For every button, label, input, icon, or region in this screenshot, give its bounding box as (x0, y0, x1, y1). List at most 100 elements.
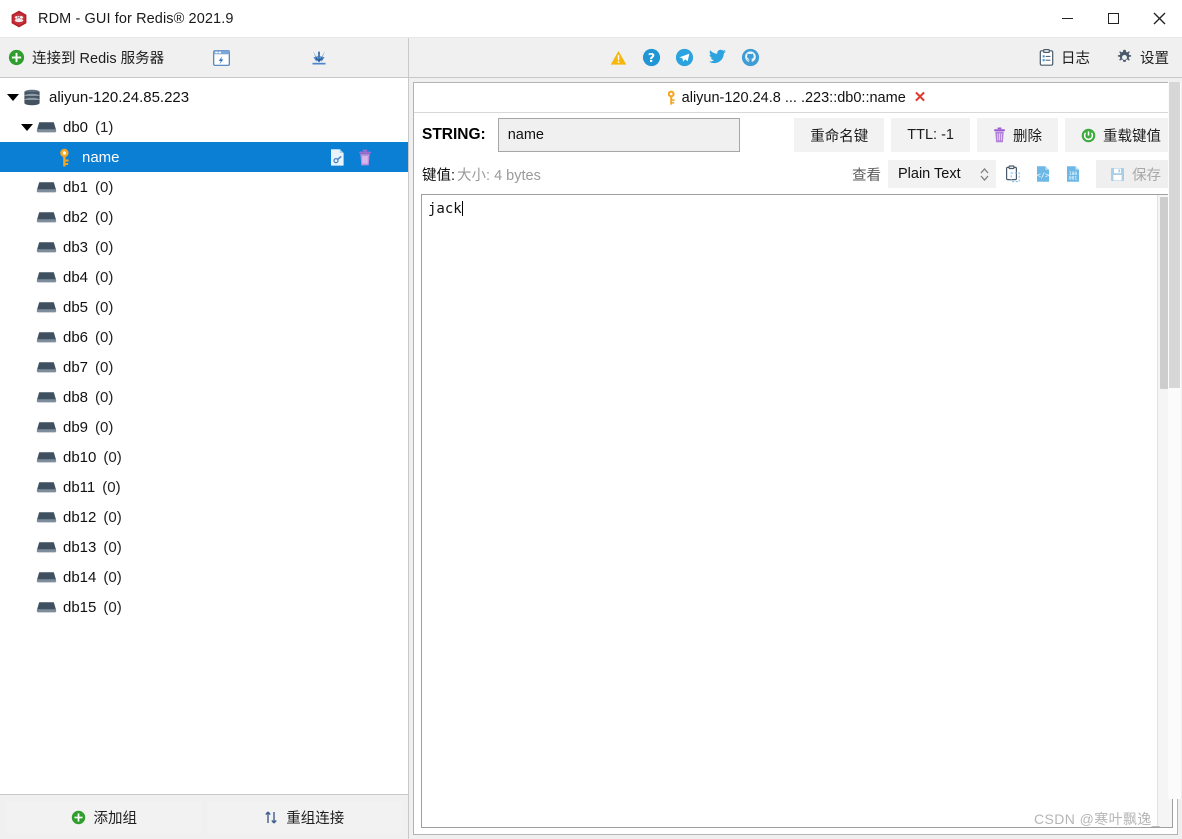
tree-row-db13[interactable]: db13 (0) (0, 532, 408, 562)
tree-row-db6[interactable]: db6 (0) (0, 322, 408, 352)
caret-expanded-icon[interactable] (5, 90, 20, 105)
tree-item-count: (0) (103, 538, 122, 556)
close-icon (1153, 12, 1165, 25)
view-format-select[interactable]: Plain Text (888, 160, 996, 188)
copy-key-icon[interactable] (329, 148, 346, 167)
updown-arrows-icon (264, 810, 278, 825)
binary-view-button[interactable]: 100 001 (1060, 160, 1086, 188)
tree-row-db14[interactable]: db14 (0) (0, 562, 408, 592)
tree-row-db4[interactable]: db4 (0) (0, 262, 408, 292)
caret-expanded-icon[interactable] (19, 120, 34, 135)
database-icon (35, 118, 57, 136)
log-label: 日志 (1061, 51, 1090, 67)
minimize-button[interactable] (1044, 0, 1090, 37)
key-icon (665, 90, 678, 105)
svg-text:001: 001 (1069, 175, 1078, 181)
import-download-button[interactable] (302, 43, 336, 73)
tree-row-aliyun-120-24-85-223[interactable]: aliyun-120.24.85.223 (0, 82, 408, 112)
key-name-input[interactable]: name (497, 118, 740, 152)
download-arrow-icon (308, 49, 330, 67)
tree-row-db2[interactable]: db2 (0) (0, 202, 408, 232)
reload-green-icon (1081, 128, 1096, 143)
help-icon[interactable]: ? (640, 47, 662, 69)
connect-label: 连接到 Redis 服务器 (32, 51, 165, 67)
tree-item-label: aliyun-120.24.85.223 (49, 88, 190, 106)
maximize-button[interactable] (1090, 0, 1136, 37)
database-icon (35, 508, 57, 526)
plus-circle-green-icon (8, 49, 25, 66)
database-icon (35, 268, 57, 286)
tree-row-db1[interactable]: db1 (0) (0, 172, 408, 202)
tree-row-db11[interactable]: db11 (0) (0, 472, 408, 502)
main-toolbar: 连接到 Redis 服务器 ? 日志 设置 (0, 38, 1182, 78)
value-size-label: 大小: 4 bytes (457, 167, 541, 184)
format-value-button[interactable]: </> (1030, 160, 1056, 188)
tree-row-db5[interactable]: db5 (0) (0, 292, 408, 322)
settings-label: 设置 (1140, 51, 1169, 67)
tab-close-icon[interactable]: ✕ (914, 90, 927, 105)
database-icon (35, 538, 57, 556)
github-icon[interactable] (739, 47, 761, 69)
view-format-value: Plain Text (898, 166, 961, 182)
toolbar-right-section: ? 日志 设置 (409, 38, 1182, 77)
tree-row-db12[interactable]: db12 (0) (0, 502, 408, 532)
tree-row-db7[interactable]: db7 (0) (0, 352, 408, 382)
database-icon (35, 418, 57, 436)
connect-to-redis-server-button[interactable]: 连接到 Redis 服务器 (0, 47, 164, 68)
tree-row-db9[interactable]: db9 (0) (0, 412, 408, 442)
rename-key-label: 重命名键 (810, 128, 869, 145)
tree-row-db3[interactable]: db3 (0) (0, 232, 408, 262)
settings-button[interactable]: 设置 (1103, 39, 1182, 77)
tree-row-db10[interactable]: db10 (0) (0, 442, 408, 472)
key-header-row: STRING: name 重命名键 TTL: -1 删除 重载键值 (414, 113, 1177, 157)
binary-view-icon: 100 001 (1065, 165, 1081, 183)
key-type-label: STRING: (422, 126, 486, 143)
reorder-connections-button[interactable]: 重组连接 (206, 801, 402, 833)
copy-value-button[interactable] (1000, 160, 1026, 188)
reload-value-label: 重载键值 (1103, 128, 1161, 145)
tree-item-label: name (82, 148, 120, 166)
rename-key-button[interactable]: 重命名键 (794, 118, 885, 152)
import-connections-button[interactable] (204, 43, 238, 73)
value-editor[interactable]: jack (422, 195, 1157, 827)
tree-item-count: (0) (102, 478, 121, 496)
clipboard-icon (1039, 49, 1054, 66)
close-button[interactable] (1136, 0, 1182, 37)
add-group-button[interactable]: 添加组 (6, 801, 202, 833)
database-icon (35, 178, 57, 196)
tree-item-count: (0) (95, 238, 114, 256)
window-vertical-scrollbar[interactable] (1168, 82, 1181, 799)
tree-item-label: db0 (63, 118, 89, 136)
tree-item-label: db3 (63, 238, 89, 256)
tree-row-db8[interactable]: db8 (0) (0, 382, 408, 412)
window-scrollbar-thumb[interactable] (1169, 82, 1180, 388)
tree-item-count: (0) (103, 508, 122, 526)
svg-text:?: ? (647, 50, 654, 65)
connections-tree[interactable]: aliyun-120.24.85.223 db0 (1) name db1 (0) db2 (… (0, 78, 408, 794)
plus-circle-green-icon (71, 810, 86, 825)
database-icon (35, 448, 57, 466)
warning-icon[interactable] (607, 47, 629, 69)
tree-row-db0[interactable]: db0 (1) (0, 112, 408, 142)
tree-item-count: (0) (103, 448, 122, 466)
ttl-button[interactable]: TTL: -1 (891, 118, 970, 152)
tree-item-label: db12 (63, 508, 97, 526)
twitter-icon[interactable] (706, 47, 728, 69)
delete-key-button[interactable]: 删除 (977, 118, 1058, 152)
tab-key-name[interactable]: aliyun-120.24.8 ... .223::db0::name ✕ (659, 84, 933, 112)
tree-item-label: db14 (63, 568, 97, 586)
chevron-updown-icon (979, 167, 990, 182)
reload-value-button[interactable]: 重载键值 (1065, 118, 1177, 152)
tree-row-db15[interactable]: db15 (0) (0, 592, 408, 622)
svg-text:R: R (17, 15, 21, 21)
tree-row-name[interactable]: name (0, 142, 408, 172)
clipboard-copy-icon (1005, 165, 1021, 183)
database-icon (35, 358, 57, 376)
tab-label: aliyun-120.24.8 ... .223::db0::name (681, 89, 906, 106)
log-button[interactable]: 日志 (1026, 39, 1103, 77)
tree-item-count: (0) (103, 598, 122, 616)
delete-key-icon[interactable] (358, 149, 372, 166)
rdm-application-window: R RDM - GUI for Redis® 2021.9 连接到 Redis … (0, 0, 1182, 839)
save-value-button[interactable]: 保存 (1096, 160, 1175, 188)
telegram-icon[interactable] (673, 47, 695, 69)
